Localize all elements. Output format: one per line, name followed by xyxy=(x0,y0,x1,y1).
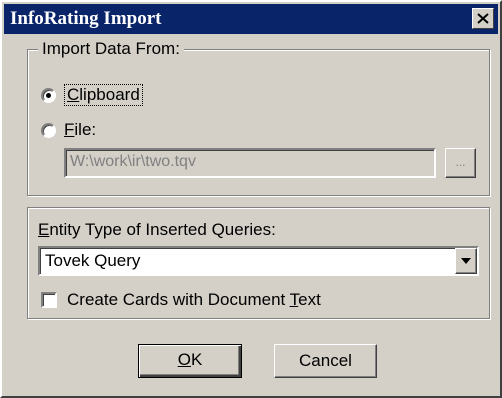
import-data-group: Import Data From: Clipboard File: W:\wor… xyxy=(27,39,490,196)
entity-type-value: Tovek Query xyxy=(45,251,141,270)
import-data-legend: Import Data From: xyxy=(38,39,184,59)
clipboard-label[interactable]: Clipboard xyxy=(64,84,143,106)
file-radio-row[interactable]: File: xyxy=(41,120,96,140)
close-icon xyxy=(477,13,489,24)
cancel-button[interactable]: Cancel xyxy=(274,344,377,378)
browse-button[interactable]: ... xyxy=(445,148,476,178)
title-bar[interactable]: InfoRating Import xyxy=(4,4,498,34)
dropdown-button[interactable] xyxy=(455,248,477,274)
cancel-label: Cancel xyxy=(299,351,352,370)
create-cards-label[interactable]: Create Cards with Document Text xyxy=(67,290,321,310)
dialog-window: InfoRating Import Import Data From: Clip… xyxy=(0,0,502,398)
file-path-input[interactable]: W:\work\ir\two.tqv xyxy=(64,148,436,178)
close-button[interactable] xyxy=(472,8,494,29)
entity-type-select[interactable]: Tovek Query xyxy=(38,246,479,276)
create-cards-checkbox[interactable] xyxy=(41,292,57,308)
ok-label: OK xyxy=(177,350,203,369)
entity-type-group: Entity Type of Inserted Queries: Tovek Q… xyxy=(27,207,490,319)
clipboard-radio[interactable] xyxy=(41,87,56,103)
file-label[interactable]: File: xyxy=(64,120,96,140)
chevron-down-icon xyxy=(461,258,471,264)
dialog-title: InfoRating Import xyxy=(10,8,162,29)
entity-type-label: Entity Type of Inserted Queries: xyxy=(38,220,276,239)
file-radio[interactable] xyxy=(41,122,56,138)
clipboard-radio-row[interactable]: Clipboard xyxy=(41,84,143,106)
ok-button[interactable]: OK xyxy=(138,344,242,378)
create-cards-row[interactable]: Create Cards with Document Text xyxy=(41,290,321,310)
